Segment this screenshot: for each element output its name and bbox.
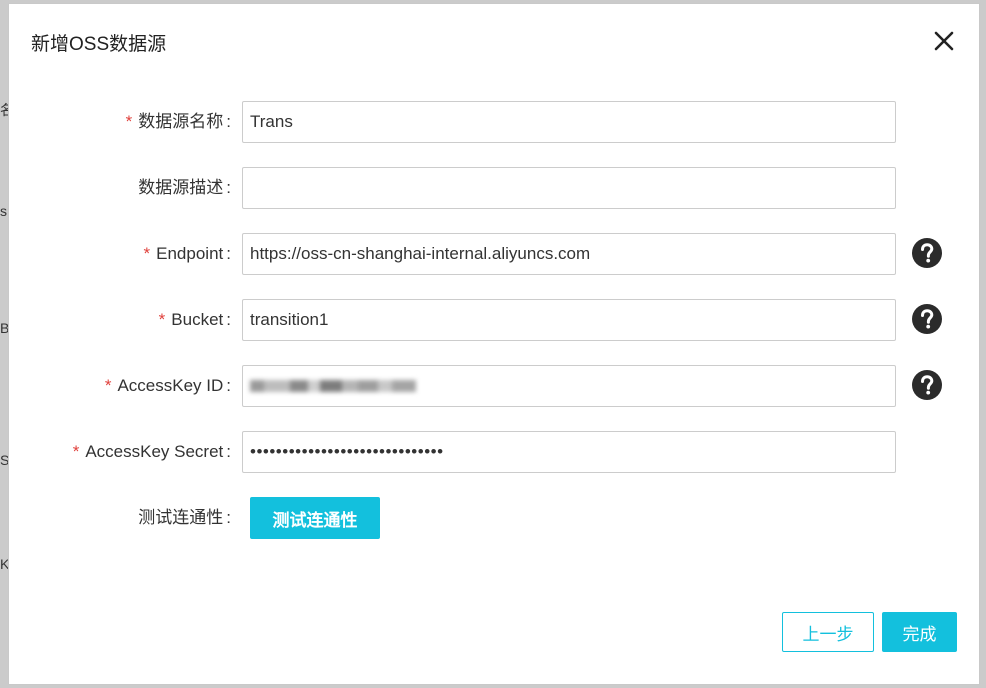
required-mark: * (72, 442, 80, 461)
required-mark: * (104, 376, 112, 395)
close-button[interactable] (929, 26, 959, 56)
test-connectivity-button[interactable]: 测试连通性 (250, 497, 380, 539)
label-colon: : (226, 508, 231, 527)
question-circle-icon[interactable] (911, 237, 943, 269)
label-colon: : (226, 442, 231, 461)
datasource-name-input[interactable] (242, 101, 896, 143)
label-text: 测试连通性 (138, 508, 224, 527)
bucket-label: * Bucket: (159, 299, 231, 341)
form-row-name: * 数据源名称: (9, 101, 981, 143)
form-row-endpoint: * Endpoint: (9, 233, 981, 275)
name-label: * 数据源名称: (126, 101, 231, 143)
required-mark: * (143, 244, 151, 263)
description-label: 数据源描述: (138, 167, 231, 209)
form-row-bucket: * Bucket: (9, 299, 981, 341)
connectivity-label: 测试连通性: (138, 497, 231, 539)
label-text: Endpoint (156, 244, 224, 263)
dialog-title: 新增OSS数据源 (31, 34, 167, 55)
label-text: AccessKey ID (117, 376, 224, 395)
required-mark: * (125, 112, 133, 131)
endpoint-label: * Endpoint: (144, 233, 231, 275)
bucket-input[interactable] (242, 299, 896, 341)
label-colon: : (226, 310, 231, 329)
close-icon[interactable] (929, 26, 959, 56)
label-colon: : (226, 112, 231, 131)
form-row-accesskey-secret: * AccessKey Secret: (9, 431, 981, 473)
label-text: 数据源名称 (138, 112, 224, 131)
required-mark: * (158, 310, 166, 329)
label-text: 数据源描述 (138, 178, 224, 197)
label-text: AccessKey Secret (85, 442, 224, 461)
bucket-help[interactable] (911, 303, 943, 335)
accesskey-secret-label: * AccessKey Secret: (73, 431, 231, 473)
accesskey-id-help[interactable] (911, 369, 943, 401)
label-colon: : (226, 376, 231, 395)
label-colon: : (226, 244, 231, 263)
label-colon: : (226, 178, 231, 197)
redacted-value (250, 378, 416, 394)
question-circle-icon[interactable] (911, 303, 943, 335)
done-button[interactable]: 完成 (882, 612, 957, 652)
previous-step-button[interactable]: 上一步 (782, 612, 874, 652)
question-circle-icon[interactable] (911, 369, 943, 401)
endpoint-help[interactable] (911, 237, 943, 269)
accesskey-secret-input[interactable] (242, 431, 896, 473)
endpoint-input[interactable] (242, 233, 896, 275)
form-row-connectivity: 测试连通性: 测试连通性 (9, 497, 981, 539)
form-row-accesskey-id: * AccessKey ID: (9, 365, 981, 407)
accesskey-id-label: * AccessKey ID: (105, 365, 231, 407)
label-text: Bucket (171, 310, 224, 329)
form-row-description: 数据源描述: (9, 167, 981, 209)
datasource-description-input[interactable] (242, 167, 896, 209)
add-oss-datasource-dialog: 新增OSS数据源 * 数据源名称: 数据源描述: * Endpoint: (8, 3, 980, 685)
background-text: s (0, 203, 7, 219)
